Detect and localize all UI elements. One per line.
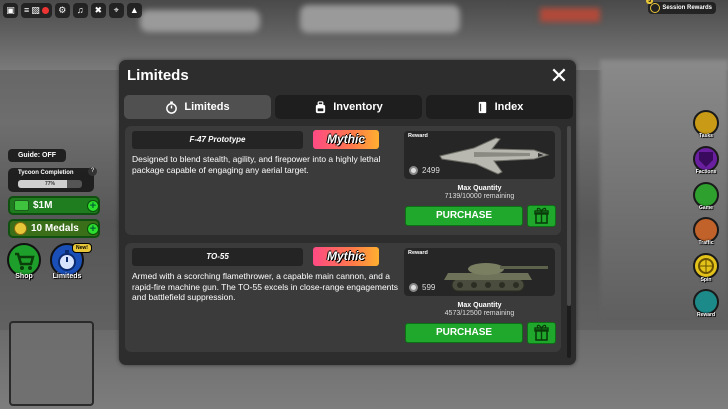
tab-inventory-label: Inventory: [333, 101, 383, 113]
reward-amount: 2499: [422, 166, 440, 175]
background-light: [300, 5, 460, 33]
items-list[interactable]: F-47 Prototype Mythic Designed to blend …: [125, 126, 565, 358]
purchase-button[interactable]: PURCHASE: [405, 206, 523, 226]
currency-icon: [409, 166, 418, 175]
tab-limiteds[interactable]: Limiteds: [124, 95, 271, 119]
tab-limiteds-label: Limiteds: [184, 101, 230, 113]
currency-icon: [409, 283, 418, 292]
session-rewards-button[interactable]: 3 Session Rewards: [646, 0, 716, 14]
crosshair-icon[interactable]: ⌖: [108, 3, 124, 18]
stopwatch-icon: [166, 100, 178, 114]
traffic-label: Traffic: [698, 240, 714, 246]
remaining-count: 7139/10000 remaining: [444, 193, 515, 200]
reward-amount: 599: [422, 283, 436, 292]
tycoon-percent: 77%: [44, 181, 55, 187]
list-item: F-47 Prototype Mythic Designed to blend …: [125, 126, 561, 235]
new-badge: New!: [72, 243, 92, 253]
shield-icon: [699, 152, 713, 167]
money-display: $1M +: [8, 196, 100, 215]
reward-label: Reward: [408, 250, 428, 256]
jet-image: [439, 137, 550, 175]
scroll-thumb[interactable]: [567, 126, 571, 306]
game-label: Game: [699, 205, 713, 211]
limiteds-label: Limiteds: [52, 273, 82, 280]
tasks-label: Tasks: [699, 133, 713, 139]
tycoon-label: Tycoon Completion: [18, 170, 74, 176]
cart-icon: [15, 252, 35, 270]
item-description: Designed to blend stealth, agility, and …: [132, 154, 381, 175]
purchase-button[interactable]: PURCHASE: [405, 323, 523, 343]
reward-box: Reward 2499: [404, 131, 555, 179]
background-sign: [540, 8, 600, 22]
list-item: TO-55 Mythic Armed with a scorching flam…: [125, 243, 561, 352]
add-medals-button[interactable]: +: [87, 223, 99, 235]
spin-label: Spin: [700, 277, 712, 283]
max-quantity-label: Max Quantity: [457, 185, 502, 192]
tab-inventory[interactable]: Inventory: [275, 95, 422, 119]
tank-image: [444, 263, 548, 292]
tab-index[interactable]: Index: [426, 95, 573, 119]
reward-box: Reward 599: [404, 248, 555, 296]
spin-button[interactable]: [693, 253, 719, 279]
item-description: Armed with a scorching flamethrower, a c…: [132, 271, 399, 302]
rarity-badge: Mythic: [313, 247, 379, 266]
shop-button[interactable]: [7, 243, 41, 277]
item-name: TO-55: [132, 248, 303, 266]
gift-icon: [650, 3, 661, 13]
limiteds-panel: Limiteds ✕ Limiteds Inventory Index F-47…: [119, 60, 576, 365]
medals-display: 10 Medals +: [8, 219, 100, 238]
cash-icon: [14, 200, 29, 211]
money-value: $1M: [33, 200, 53, 211]
warning-icon[interactable]: ▲: [126, 3, 142, 18]
backpack-icon: [316, 100, 326, 113]
book-icon: [478, 101, 486, 113]
background-light: [140, 10, 260, 32]
gift-button[interactable]: [527, 322, 556, 344]
add-money-button[interactable]: +: [87, 200, 99, 212]
remaining-count: 4573/12500 remaining: [444, 310, 515, 317]
roblox-logo-icon[interactable]: ▣: [3, 3, 18, 18]
tools-icon[interactable]: ✖: [90, 3, 106, 18]
session-rewards-label: Session Rewards: [662, 5, 712, 11]
tycoon-completion: Tycoon Completion ? 77%: [8, 167, 97, 192]
close-icon[interactable]: ✕: [548, 65, 570, 87]
factions-label: Factions: [695, 169, 717, 175]
tycoon-progress-bar: 77%: [18, 180, 82, 188]
notification-badge: [41, 7, 49, 14]
guide-toggle[interactable]: Guide: OFF: [8, 149, 66, 162]
settings-icon[interactable]: ⚙: [54, 3, 70, 18]
gift-button[interactable]: [527, 205, 556, 227]
gift-icon: [534, 324, 549, 341]
medals-value: 10 Medals: [31, 223, 79, 234]
gift-icon: [534, 207, 549, 224]
medal-icon: [14, 222, 27, 235]
chat-icon: ▧: [31, 5, 40, 15]
max-quantity-label: Max Quantity: [457, 302, 502, 309]
menu-button[interactable]: ≡ ▧: [21, 3, 52, 18]
tab-index-label: Index: [494, 101, 524, 113]
minimap[interactable]: [9, 321, 94, 406]
help-icon[interactable]: ?: [88, 167, 97, 176]
reward-label: Reward: [408, 133, 428, 139]
hamburger-icon: ≡: [24, 5, 30, 15]
item-name: F-47 Prototype: [132, 131, 303, 149]
shop-label: Shop: [15, 273, 33, 280]
panel-title: Limiteds: [127, 67, 189, 84]
rarity-badge: Mythic: [313, 130, 379, 149]
wheel-icon: [698, 258, 714, 274]
top-toolbar: ▣ ≡ ▧ ⚙ ♫ ✖ ⌖ ▲: [3, 3, 142, 18]
scrollbar[interactable]: [567, 126, 571, 358]
music-icon[interactable]: ♫: [72, 3, 88, 18]
reward-label: Reward: [696, 312, 716, 318]
